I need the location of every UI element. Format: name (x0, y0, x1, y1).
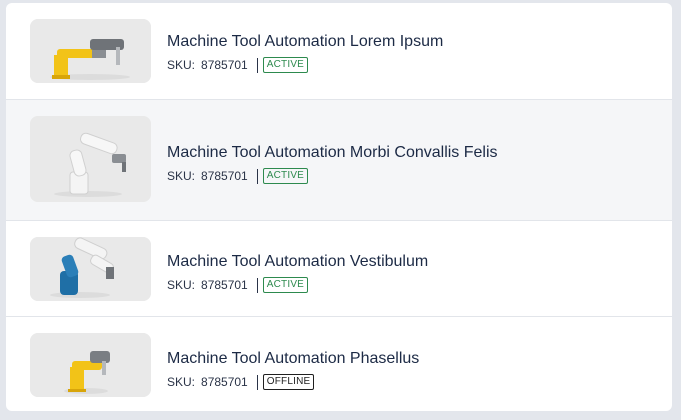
product-title[interactable]: Machine Tool Automation Morbi Convallis … (167, 143, 498, 163)
divider (256, 168, 258, 184)
divider (256, 277, 258, 293)
product-info: Machine Tool Automation Vestibulum SKU: … (167, 252, 428, 294)
product-row[interactable]: Machine Tool Automation Vestibulum SKU: … (6, 221, 672, 317)
status-badge: ACTIVE (262, 168, 309, 184)
product-meta: SKU: 8785701 OFFLINE (167, 373, 419, 391)
sku-value: 8785701 (201, 375, 248, 389)
product-info: Machine Tool Automation Morbi Convallis … (167, 143, 498, 185)
sku-label: SKU: (167, 169, 196, 183)
sku-value: 8785701 (201, 58, 248, 72)
product-meta: SKU: 8785701 ACTIVE (167, 56, 443, 74)
articulated-robot-blue-icon (30, 237, 151, 301)
divider (256, 374, 258, 390)
product-row[interactable]: Machine Tool Automation Morbi Convallis … (6, 100, 672, 221)
sku-label: SKU: (167, 375, 196, 389)
status-badge: OFFLINE (262, 374, 315, 390)
scara-robot-yellow-small-icon (30, 333, 151, 397)
scara-robot-yellow-icon (30, 19, 151, 83)
product-info: Machine Tool Automation Phasellus SKU: 8… (167, 349, 419, 391)
status-badge: ACTIVE (262, 57, 309, 73)
sku-label: SKU: (167, 58, 196, 72)
sku-label: SKU: (167, 278, 196, 292)
sku-value: 8785701 (201, 169, 248, 183)
divider (256, 57, 258, 73)
sku-value: 8785701 (201, 278, 248, 292)
product-title[interactable]: Machine Tool Automation Vestibulum (167, 252, 428, 272)
product-meta: SKU: 8785701 ACTIVE (167, 167, 498, 185)
articulated-robot-white-icon (30, 116, 151, 202)
product-row[interactable]: Machine Tool Automation Lorem Ipsum SKU:… (6, 3, 672, 100)
product-list: Machine Tool Automation Lorem Ipsum SKU:… (6, 3, 672, 411)
product-meta: SKU: 8785701 ACTIVE (167, 276, 428, 294)
product-title[interactable]: Machine Tool Automation Phasellus (167, 349, 419, 369)
product-info: Machine Tool Automation Lorem Ipsum SKU:… (167, 32, 443, 74)
product-title[interactable]: Machine Tool Automation Lorem Ipsum (167, 32, 443, 52)
status-badge: ACTIVE (262, 277, 309, 293)
product-row[interactable]: Machine Tool Automation Phasellus SKU: 8… (6, 317, 672, 411)
